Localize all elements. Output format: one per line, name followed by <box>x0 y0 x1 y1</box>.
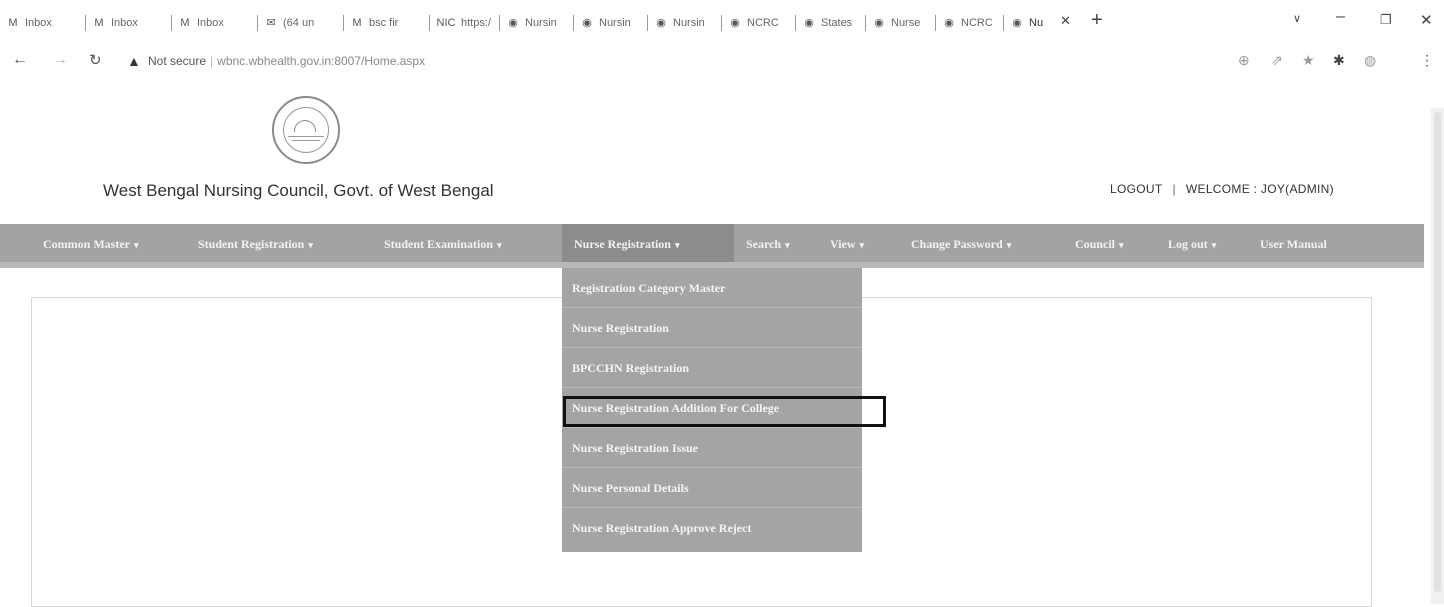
globe-icon: ◉ <box>944 17 954 29</box>
dropdown-item[interactable]: Nurse Registration Issue <box>562 428 862 468</box>
page-scrollbar[interactable] <box>1431 108 1444 604</box>
caret-down-icon: ▾ <box>1119 240 1124 250</box>
minimize-icon[interactable]: – <box>1336 8 1345 26</box>
new-tab-button[interactable]: + <box>1091 9 1103 32</box>
globe-icon: ◉ <box>656 17 666 29</box>
caret-down-icon: ▾ <box>1006 240 1012 250</box>
close-window-icon[interactable]: ✕ <box>1420 11 1433 29</box>
reload-icon[interactable]: ↻ <box>89 51 102 69</box>
warning-icon: ▲ <box>127 53 141 69</box>
dropdown-item[interactable]: BPCCHN Registration <box>562 348 862 388</box>
tab-label: Inbox <box>111 17 138 29</box>
browser-tab-strip: M Inbox M Inbox M Inbox ✉ (64 un Mbsc fir NI… <box>0 0 1444 44</box>
gmail-icon: M <box>94 17 104 29</box>
browser-tab-active[interactable]: ◉ Nu <box>1010 12 1058 34</box>
menu-change-password[interactable]: Change Password ▾ <box>911 237 1011 252</box>
site-title: West Bengal Nursing Council, Govt. of We… <box>103 181 494 200</box>
globe-icon: ◉ <box>508 17 518 29</box>
tab-label: Inbox <box>25 17 52 29</box>
menu-nurse-registration[interactable]: Nurse Registration ▾ <box>574 237 680 252</box>
zoom-icon[interactable]: ⊕ <box>1238 52 1250 69</box>
dropdown-item[interactable]: Nurse Personal Details <box>562 468 862 508</box>
extensions-icon[interactable]: ✱ <box>1333 52 1345 69</box>
main-menu-bar: Common Master ▾ Student Registration ▾ Stu… <box>0 224 1424 268</box>
menu-view[interactable]: View ▾ <box>830 237 864 252</box>
menu-search[interactable]: Search ▾ <box>746 237 790 252</box>
tab-label: NCRC <box>747 17 779 29</box>
dropdown-item[interactable]: Nurse Registration <box>562 308 862 348</box>
menu-common-master[interactable]: Common Master ▾ <box>43 237 139 252</box>
tab-label: Nursin <box>525 17 557 29</box>
caret-down-icon: ▾ <box>674 240 680 250</box>
globe-icon: ◉ <box>874 17 884 29</box>
browser-tab[interactable]: ✉ (64 un <box>264 12 344 34</box>
browser-tab[interactable]: ◉ States <box>802 12 866 34</box>
tab-label: States <box>821 17 853 29</box>
dropdown-item[interactable]: Registration Category Master <box>562 268 862 308</box>
chevron-down-icon[interactable]: ∨ <box>1293 12 1301 25</box>
dropdown-item[interactable]: Nurse Registration Approve Reject <box>562 508 862 548</box>
browser-tab[interactable]: ◉ Nurse <box>872 12 936 34</box>
restore-icon[interactable]: ❐ <box>1380 12 1392 28</box>
browser-tab[interactable]: ◉ Nursin <box>506 12 574 34</box>
browser-tab[interactable]: M Inbox <box>178 12 258 34</box>
browser-tab[interactable]: ◉ NCRC <box>942 12 1004 34</box>
caret-down-icon: ▾ <box>133 240 139 250</box>
url-text: wbnc.wbhealth.gov.in:8007/Home.aspx <box>217 54 426 68</box>
tab-label: Nursin <box>599 17 631 29</box>
mail-icon: ✉ <box>266 17 276 29</box>
browser-tab[interactable]: NIC https:/ <box>436 12 500 34</box>
bookmark-star-icon[interactable]: ★ <box>1302 52 1315 69</box>
caret-down-icon: ▾ <box>859 240 865 250</box>
tab-label: Inbox <box>197 17 224 29</box>
back-arrow-icon[interactable]: ← <box>12 51 28 69</box>
close-tab-icon[interactable]: ✕ <box>1060 13 1071 29</box>
tab-label: Nursin <box>673 17 705 29</box>
highlight-box <box>563 396 886 427</box>
tab-label: https:/ <box>461 17 491 29</box>
gmail-icon: M <box>8 17 18 29</box>
tab-label: NCRC <box>961 17 993 29</box>
browser-tab[interactable]: ◉ Nursin <box>654 12 722 34</box>
forward-arrow-icon[interactable]: → <box>52 51 68 69</box>
caret-down-icon: ▾ <box>497 240 502 250</box>
security-label: Not secure <box>148 54 207 68</box>
address-bar[interactable]: Not secure | wbnc.wbhealth.gov.in:8007/Hom… <box>148 54 425 68</box>
caret-down-icon: ▾ <box>308 240 313 250</box>
browser-tab[interactable]: ◉ Nursin <box>580 12 648 34</box>
browser-tab[interactable]: M Inbox <box>92 12 172 34</box>
header-links: LOGOUT | WELCOME : JOY(ADMIN) <box>1110 182 1334 196</box>
share-icon[interactable]: ⇗ <box>1271 52 1283 69</box>
tab-label: Nurse <box>891 17 921 29</box>
more-menu-icon[interactable]: ⋮ <box>1420 52 1434 69</box>
gmail-icon: M <box>180 17 190 29</box>
browser-tab[interactable]: Mbsc fir <box>350 12 430 34</box>
logout-link[interactable]: LOGOUT <box>1110 182 1162 196</box>
browser-tab[interactable]: M Inbox <box>6 12 86 34</box>
caret-down-icon: ▾ <box>785 240 790 250</box>
profile-icon[interactable]: ◍ <box>1364 52 1376 69</box>
browser-tab[interactable]: ◉ NCRC <box>728 12 796 34</box>
tab-label: (64 un <box>283 17 315 29</box>
menu-log-out[interactable]: Log out ▾ <box>1168 237 1216 252</box>
globe-icon: ◉ <box>1012 17 1022 29</box>
globe-icon: ◉ <box>730 17 740 29</box>
scrollbar-thumb[interactable] <box>1434 112 1441 592</box>
globe-icon: ◉ <box>582 17 592 29</box>
globe-icon: ◉ <box>804 17 814 29</box>
menu-council[interactable]: Council ▾ <box>1075 237 1124 252</box>
menu-student-examination[interactable]: Student Examination ▾ <box>384 237 502 252</box>
menu-student-registration[interactable]: Student Registration ▾ <box>198 237 313 252</box>
council-logo <box>272 96 340 164</box>
caret-down-icon: ▾ <box>1211 240 1217 250</box>
welcome-text: WELCOME : JOY(ADMIN) <box>1185 182 1334 196</box>
nic-icon: NIC <box>436 17 456 29</box>
gmail-icon: M <box>352 17 362 29</box>
tab-label: Nu <box>1029 17 1044 29</box>
tab-label: bsc fir <box>369 17 399 29</box>
menu-user-manual[interactable]: User Manual <box>1260 237 1327 252</box>
